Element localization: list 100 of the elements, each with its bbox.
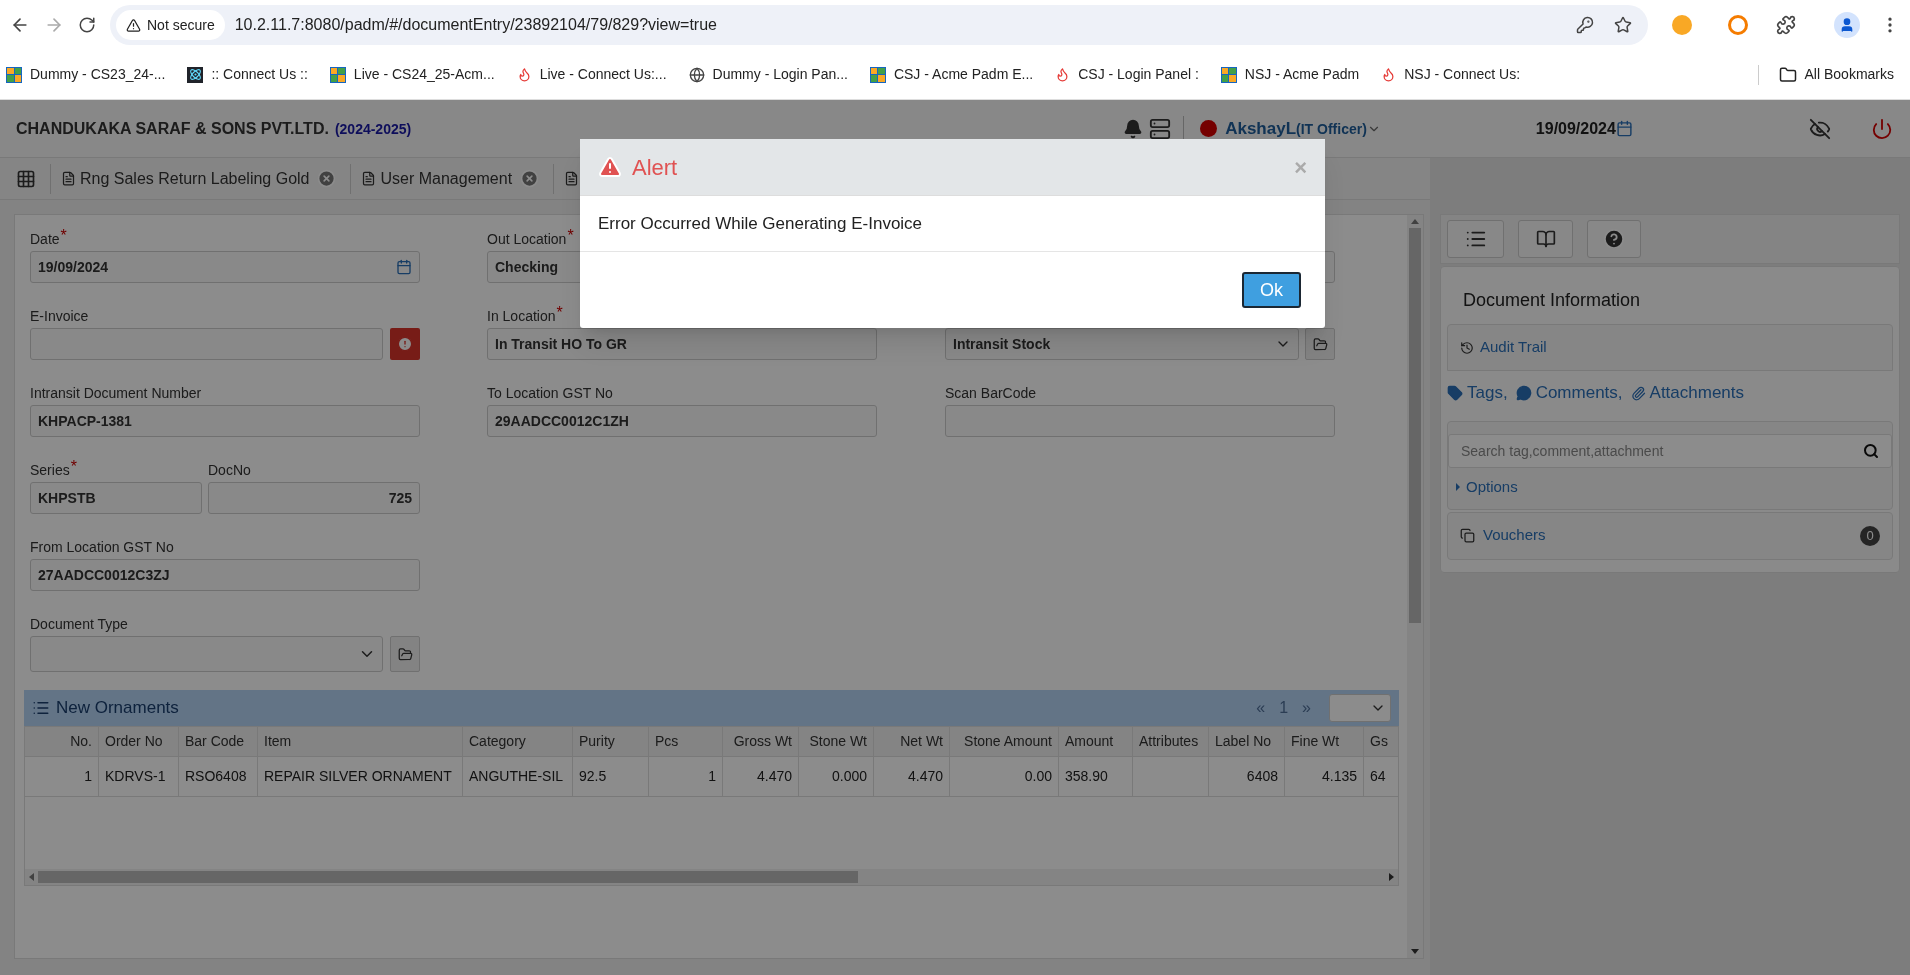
column-header[interactable]: Category bbox=[463, 727, 573, 756]
grid-logo-icon bbox=[1220, 66, 1237, 83]
table-cell: 6408 bbox=[1209, 757, 1285, 796]
bookmark-item[interactable]: Dummy - CS23_24-... bbox=[6, 64, 166, 85]
financial-year: (2024-2025) bbox=[334, 120, 412, 139]
pager-link[interactable]: « bbox=[1256, 696, 1266, 720]
column-header[interactable]: Attributes bbox=[1133, 727, 1209, 756]
key-icon[interactable] bbox=[1576, 16, 1594, 34]
column-header[interactable]: Pcs bbox=[649, 727, 723, 756]
globe-icon bbox=[688, 66, 705, 83]
table-cell: 0.00 bbox=[950, 757, 1059, 796]
attachments-link[interactable]: Attachments bbox=[1649, 380, 1745, 406]
column-header[interactable]: Gross Wt bbox=[723, 727, 799, 756]
bookmark-item[interactable]: :: Connect Us :: bbox=[187, 64, 308, 85]
folder-button[interactable] bbox=[1305, 328, 1335, 360]
apps-grid-icon[interactable] bbox=[16, 168, 36, 189]
power-icon[interactable] bbox=[1870, 117, 1893, 140]
atom-icon bbox=[187, 66, 204, 83]
vertical-scrollbar[interactable] bbox=[1407, 215, 1423, 958]
document-tab[interactable] bbox=[553, 163, 580, 194]
extensions-icon[interactable] bbox=[1776, 15, 1796, 35]
column-header[interactable]: Bar Code bbox=[179, 727, 258, 756]
profile-avatar[interactable] bbox=[1834, 12, 1860, 38]
options-toggle[interactable]: Options bbox=[1448, 476, 1892, 499]
warning-icon bbox=[598, 155, 622, 179]
search-icon[interactable] bbox=[1863, 443, 1879, 459]
bell-icon[interactable] bbox=[1123, 118, 1144, 139]
bookmark-item[interactable]: NSJ - Acme Padm bbox=[1220, 64, 1360, 85]
ok-button[interactable]: Ok bbox=[1242, 272, 1301, 308]
document-tab[interactable]: User Management bbox=[350, 163, 540, 194]
close-icon[interactable] bbox=[520, 169, 540, 188]
user-name[interactable]: AkshayL bbox=[1225, 115, 1297, 142]
bookmark-item[interactable]: Dummy - Login Pan... bbox=[688, 64, 848, 85]
column-header[interactable]: Order No bbox=[99, 727, 179, 756]
tags-link[interactable]: Tags, bbox=[1467, 380, 1508, 406]
error-button[interactable] bbox=[390, 328, 420, 360]
column-header[interactable]: Amount bbox=[1059, 727, 1133, 756]
input-field[interactable]: 27AADCC0012C3ZJ bbox=[30, 559, 420, 591]
bookmark-item[interactable]: Live - CS24_25-Acm... bbox=[329, 64, 495, 85]
field-label: From Location GST No bbox=[30, 538, 174, 557]
address-bar[interactable]: Not secure 10.2.11.7:8080/padm/#/documentEntry/23892104/79/829?view=true bbox=[110, 5, 1648, 45]
calendar-icon[interactable] bbox=[1615, 120, 1633, 137]
table-cell: 1 bbox=[25, 757, 99, 796]
field-label: Out Location bbox=[487, 230, 567, 249]
stock-select[interactable]: Intransit Stock bbox=[945, 328, 1299, 360]
input-field[interactable]: In Transit HO To GR bbox=[487, 328, 877, 360]
history-icon bbox=[1460, 340, 1474, 355]
bookmark-item[interactable]: CSJ - Acme Padm E... bbox=[869, 64, 1034, 85]
help-button[interactable] bbox=[1587, 220, 1641, 258]
input-field[interactable]: 725 bbox=[208, 482, 420, 514]
table-cell: 358.90 bbox=[1059, 757, 1133, 796]
folder-icon bbox=[397, 646, 413, 662]
column-header[interactable]: Item bbox=[258, 727, 463, 756]
input-field[interactable]: 29AADCC0012C1ZH bbox=[487, 405, 877, 437]
column-header[interactable]: Net Wt bbox=[874, 727, 950, 756]
bookmark-item[interactable]: CSJ - Login Panel : bbox=[1055, 64, 1199, 85]
reload-icon[interactable] bbox=[78, 16, 96, 34]
paperclip-icon bbox=[1630, 385, 1646, 401]
vouchers-row[interactable]: Vouchers 0 bbox=[1447, 511, 1893, 560]
input-field[interactable] bbox=[30, 328, 383, 360]
column-header[interactable]: Fine Wt bbox=[1285, 727, 1364, 756]
column-header[interactable]: No. bbox=[25, 727, 99, 756]
bookmark-item[interactable]: NSJ - Connect Us: bbox=[1381, 64, 1521, 85]
table-cell: 1 bbox=[649, 757, 723, 796]
alert-icon bbox=[397, 336, 413, 352]
copy-icon bbox=[1460, 528, 1475, 543]
document-icon bbox=[564, 171, 580, 186]
pager-link[interactable]: » bbox=[1302, 696, 1311, 720]
column-header[interactable]: Stone Wt bbox=[799, 727, 874, 756]
dialog-message: Error Occurred While Generating E-Invoice bbox=[598, 212, 923, 235]
table-cell: 4.470 bbox=[723, 757, 799, 796]
book-button[interactable] bbox=[1518, 220, 1573, 258]
folder-button[interactable] bbox=[390, 636, 420, 672]
extension-icon[interactable] bbox=[1728, 15, 1748, 35]
eye-off-icon[interactable] bbox=[1808, 117, 1831, 140]
comments-link[interactable]: Comments, bbox=[1535, 380, 1623, 406]
column-header[interactable]: Label No bbox=[1209, 727, 1285, 756]
search-field[interactable]: Search tag,comment,attachment bbox=[1448, 434, 1892, 468]
document-tab[interactable]: Rng Sales Return Labeling Gold bbox=[50, 163, 337, 194]
field-label: Series bbox=[30, 461, 70, 480]
calendar-icon[interactable] bbox=[396, 259, 412, 275]
input-field[interactable]: KHPACP-1381 bbox=[30, 405, 420, 437]
bookmark-item[interactable]: Live - Connect Us:... bbox=[516, 64, 667, 85]
table-cell: ANGUTHE-SIL bbox=[463, 757, 573, 796]
column-header[interactable]: Purity bbox=[573, 727, 649, 756]
date-field[interactable]: 19/09/2024 bbox=[30, 251, 420, 283]
input-field[interactable]: KHPSTB bbox=[30, 482, 202, 514]
warning-icon bbox=[126, 17, 141, 33]
list-view-button[interactable] bbox=[1447, 220, 1504, 258]
column-header[interactable]: Stone Amount bbox=[950, 727, 1059, 756]
star-icon[interactable] bbox=[1614, 16, 1632, 34]
security-chip[interactable]: Not secure bbox=[116, 10, 225, 40]
audit-trail-row[interactable]: Audit Trail bbox=[1447, 324, 1893, 371]
close-icon[interactable] bbox=[317, 169, 337, 188]
input-field[interactable] bbox=[945, 405, 1335, 437]
required-mark: * bbox=[567, 229, 574, 243]
all-bookmarks-button[interactable]: All Bookmarks bbox=[1778, 64, 1894, 85]
horizontal-scrollbar[interactable] bbox=[25, 869, 1398, 885]
user-role: (IT Officer) bbox=[1296, 120, 1367, 139]
field-label: Document Type bbox=[30, 615, 128, 634]
